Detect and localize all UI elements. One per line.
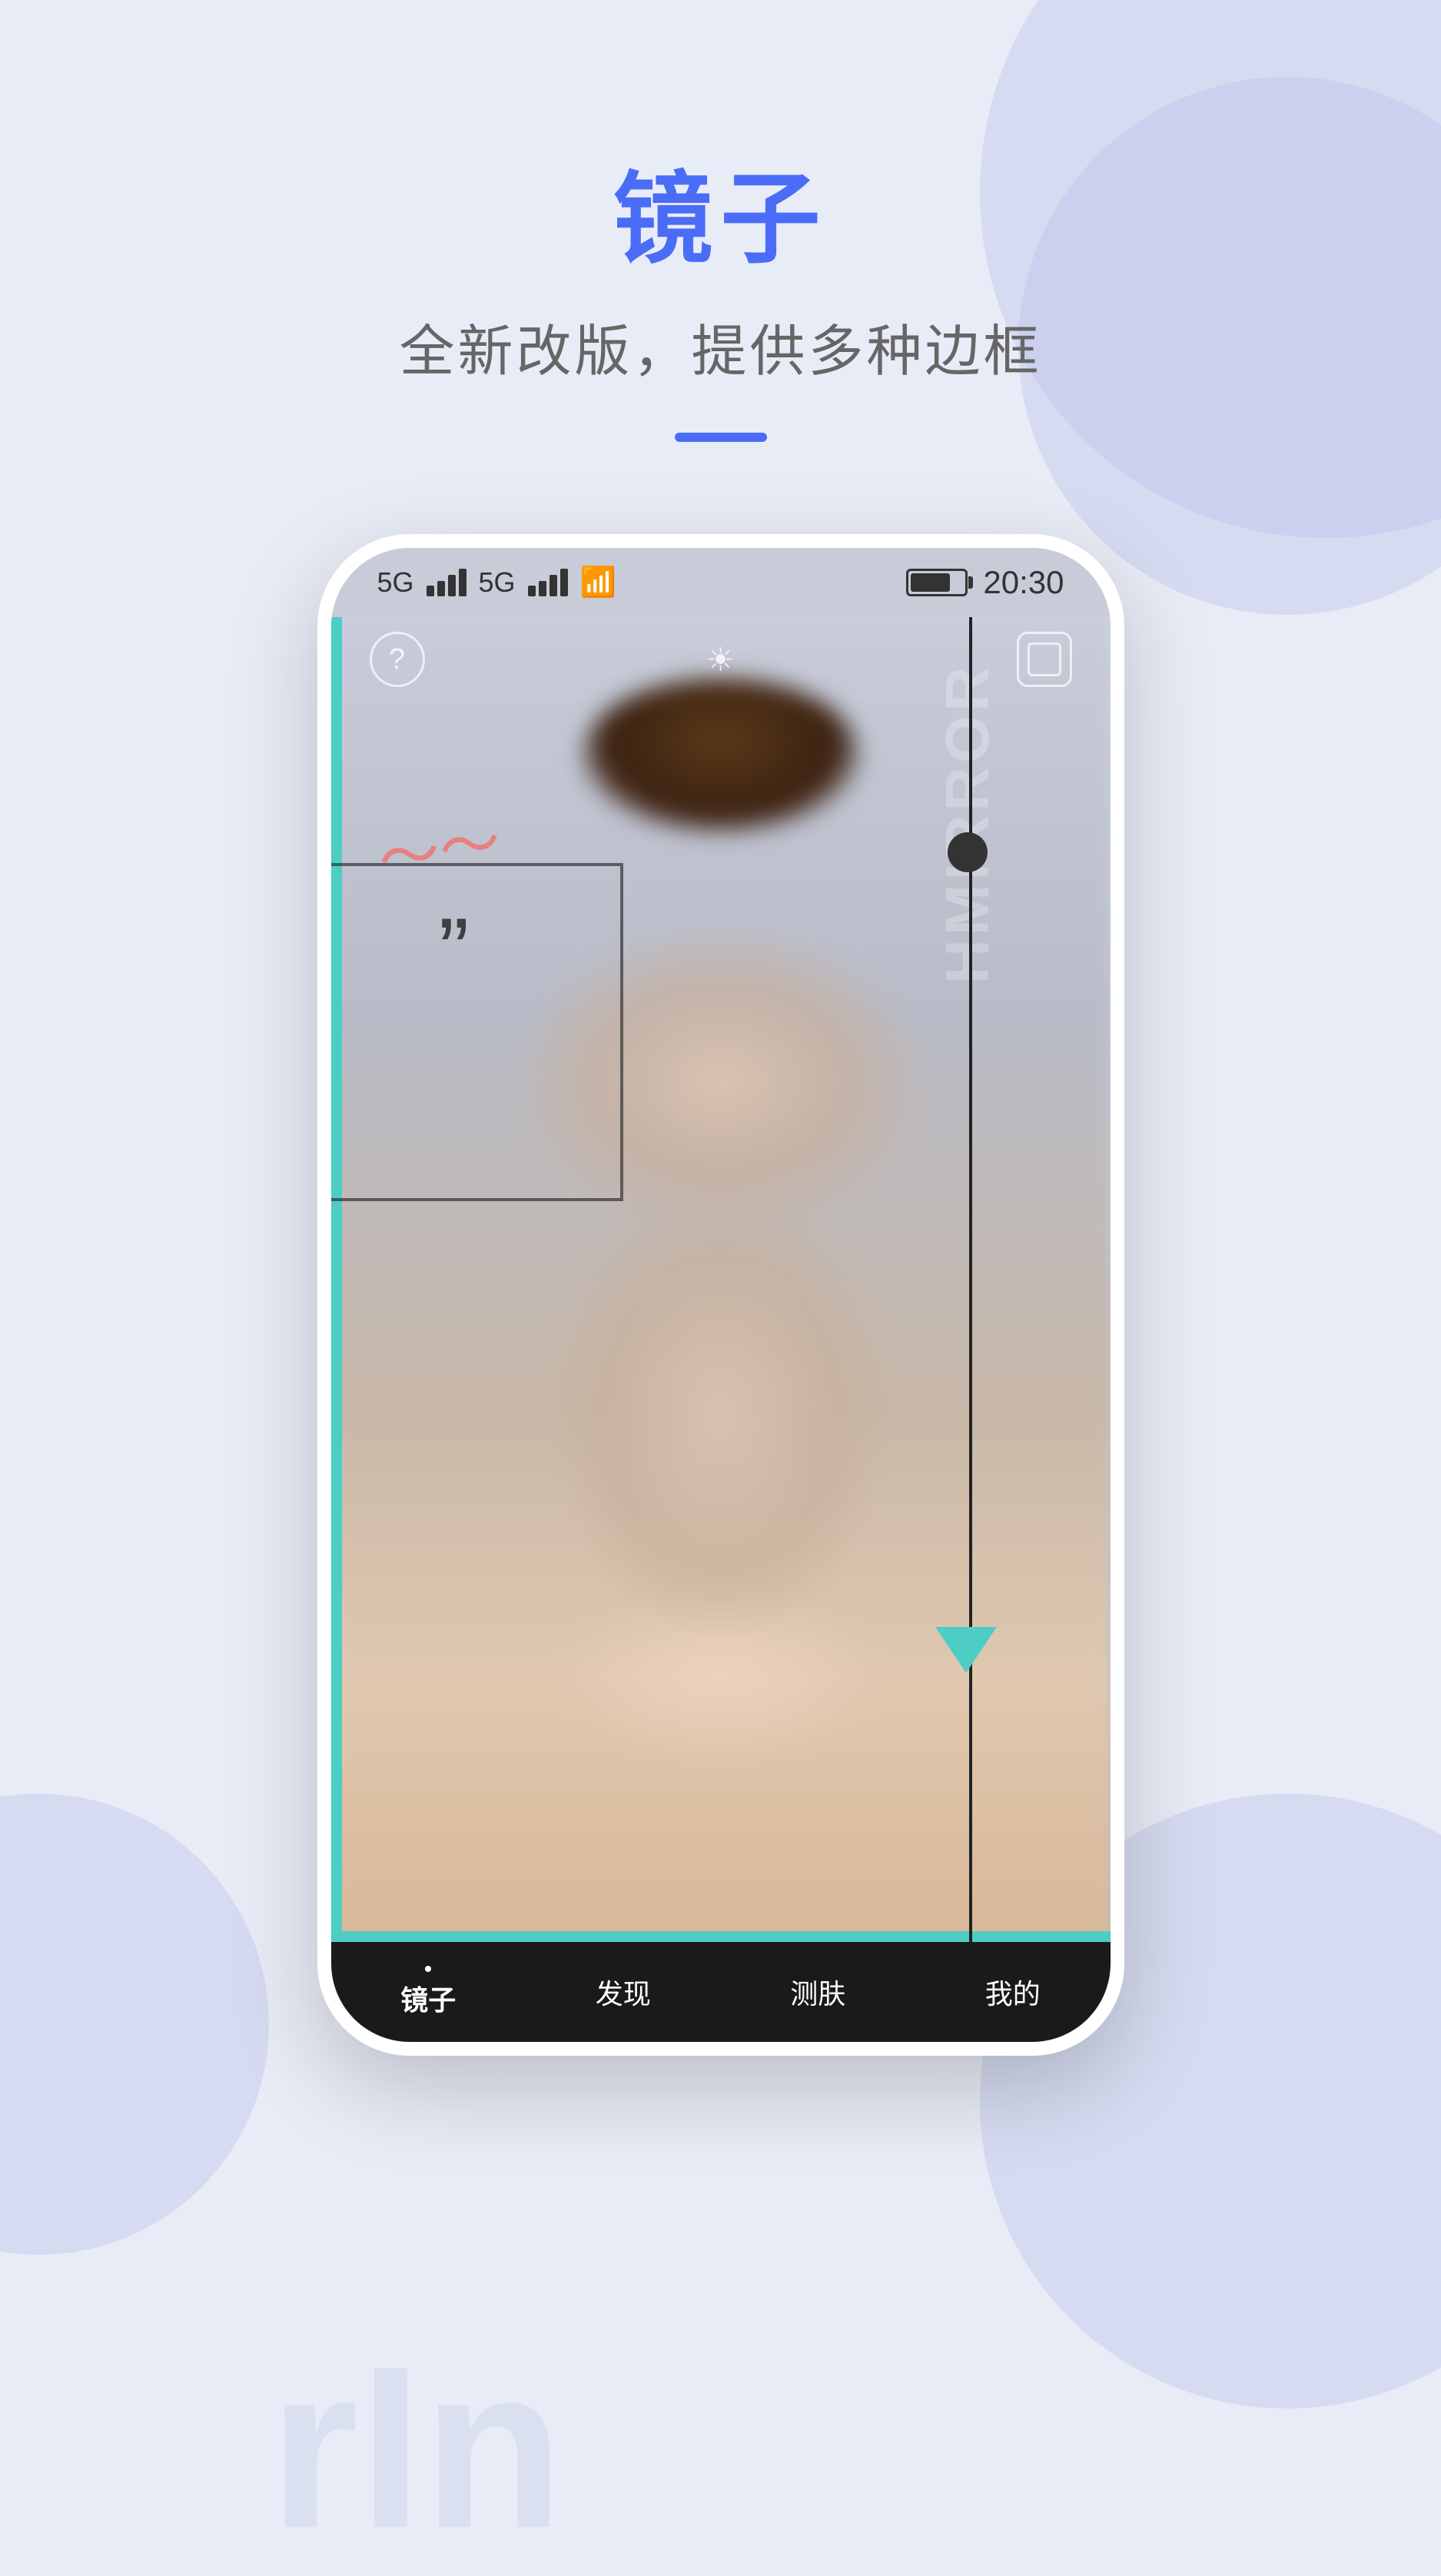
- title-divider: [675, 433, 767, 442]
- mirror-toolbar: ? ☀: [331, 617, 1111, 702]
- status-bar: 5G 5G 📶: [331, 548, 1111, 617]
- help-button[interactable]: ?: [370, 632, 425, 687]
- tab-bar: 镜子 发现 测肤 我的: [331, 1942, 1111, 2042]
- signal2-bar-2: [539, 581, 546, 596]
- tab-mirror[interactable]: 镜子: [331, 1966, 526, 2018]
- signal2-bar-1: [528, 586, 536, 596]
- signal2-bar-3: [550, 575, 557, 596]
- page-subtitle: 全新改版，提供多种边框: [0, 306, 1441, 387]
- signal-bar-1: [427, 586, 434, 596]
- network1-text: 5G: [377, 566, 414, 599]
- phone-wrapper: 5G 5G 📶: [0, 534, 1441, 2056]
- signal-bar-2: [437, 581, 445, 596]
- signal2-bar-4: [560, 569, 568, 596]
- quote-frame-decoration: ”: [331, 863, 623, 1201]
- teal-border-bottom: [331, 1931, 1111, 1942]
- page-title: 镜子: [0, 138, 1441, 283]
- hair-overlay: [583, 679, 859, 832]
- page-header: 镜子 全新改版，提供多种边框: [0, 0, 1441, 442]
- frame-button[interactable]: [1017, 632, 1072, 687]
- hmirror-watermark: HMIRROR: [932, 663, 1003, 984]
- status-left: 5G 5G 📶: [377, 566, 616, 599]
- frame-icon: [1028, 642, 1061, 676]
- page-watermark: rIn: [269, 2332, 563, 2562]
- signal-bar-3: [448, 575, 456, 596]
- battery-fill: [911, 573, 950, 592]
- tab-skin[interactable]: 测肤: [721, 1972, 916, 2012]
- wifi-icon: 📶: [580, 566, 616, 599]
- tab-mirror-label: 镜子: [400, 1978, 456, 2018]
- status-right: 20:30: [906, 564, 1064, 601]
- battery-body: [906, 569, 968, 596]
- brightness-button[interactable]: ☀: [706, 641, 735, 679]
- signal-bars: [427, 569, 466, 596]
- signal-bars-2: [528, 569, 568, 596]
- quote-mark-top: ”: [439, 905, 470, 997]
- tab-discover-label: 发现: [596, 1972, 651, 2012]
- mirror-content: HMIRROR ” „ 〜〜 ? ☀: [331, 617, 1111, 1942]
- tab-mirror-indicator: [425, 1966, 431, 1972]
- tab-mine-label: 我的: [985, 1972, 1041, 2012]
- triangle-drag-handle[interactable]: [935, 1627, 997, 1673]
- signal-bar-4: [459, 569, 466, 596]
- tab-discover[interactable]: 发现: [526, 1972, 721, 2012]
- vertical-divider-line: [969, 617, 972, 1942]
- tab-mine[interactable]: 我的: [915, 1972, 1111, 2012]
- time-display: 20:30: [983, 564, 1064, 601]
- battery-indicator: [906, 569, 968, 596]
- phone-mockup: 5G 5G 📶: [317, 534, 1124, 2056]
- help-icon: ?: [389, 643, 405, 676]
- teal-border-left: [331, 617, 342, 1942]
- network2-text: 5G: [479, 566, 516, 599]
- sun-icon: ☀: [706, 642, 735, 678]
- circle-drag-handle[interactable]: [948, 832, 988, 872]
- tab-skin-label: 测肤: [790, 1972, 845, 2012]
